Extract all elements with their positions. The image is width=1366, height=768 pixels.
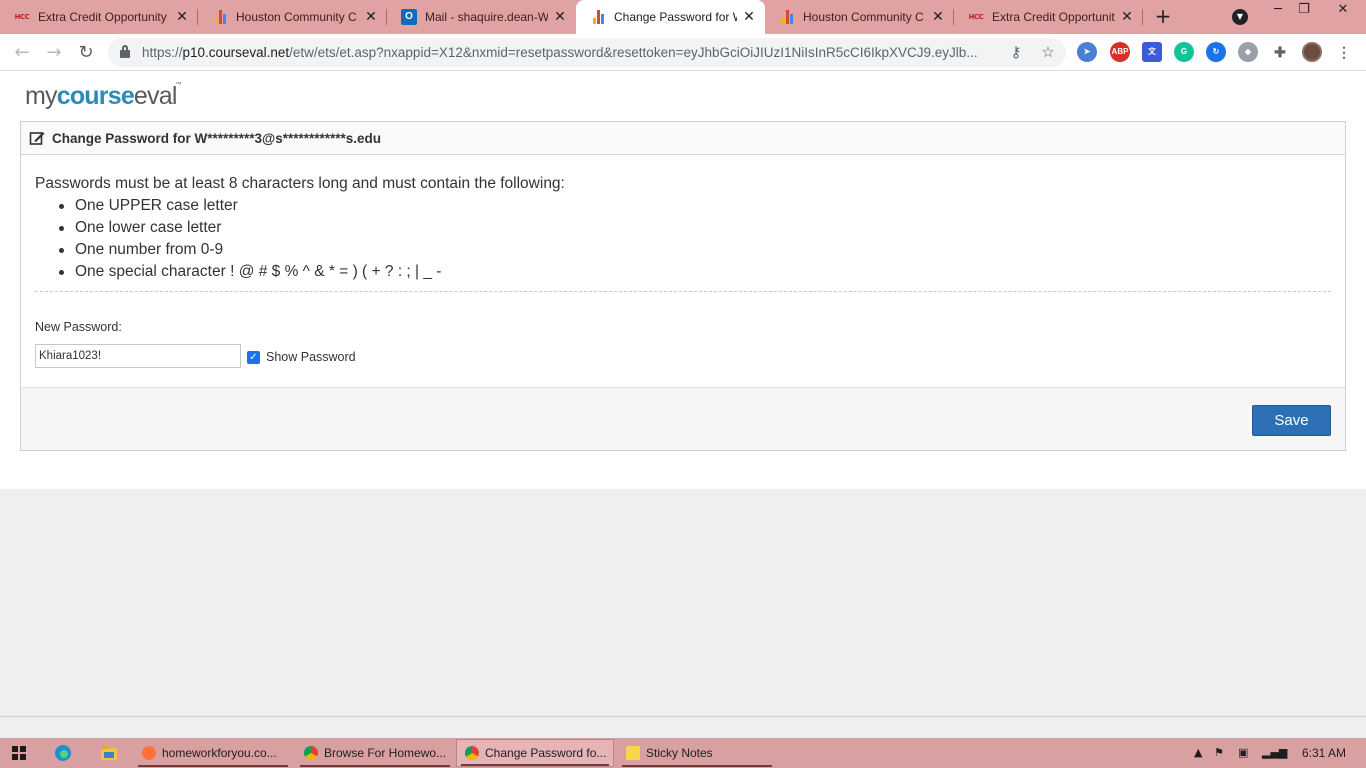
refresh-extension-icon[interactable]: ↻ (1206, 42, 1226, 62)
outlook-icon: O (401, 9, 417, 25)
close-icon[interactable]: ✕ (741, 9, 757, 25)
windows-taskbar: homeworkforyou.co... Browse For Homewo..… (0, 738, 1366, 768)
key-icon[interactable]: ⚷ (1006, 42, 1026, 62)
requirements-intro: Passwords must be at least 8 characters … (35, 175, 565, 192)
browser-tab-strip: HCC Extra Credit Opportunity ✕ Houston C… (0, 0, 1366, 34)
tab-extra-credit-1[interactable]: HCC Extra Credit Opportunity ✕ (0, 0, 198, 34)
list-item: One lower case letter (59, 217, 1331, 239)
clock[interactable]: 6:31 AM (1296, 738, 1352, 768)
save-button[interactable]: Save (1252, 405, 1331, 436)
new-tab-button[interactable]: + (1152, 5, 1174, 27)
bar-chart-icon (779, 9, 795, 25)
taskbar-item-sticky-notes[interactable]: Sticky Notes (618, 739, 776, 767)
chrome-icon (304, 746, 318, 760)
bar-chart-icon (212, 9, 228, 25)
show-hidden-icons-icon[interactable]: ▲ (1194, 738, 1202, 768)
tab-title: Houston Community C (236, 10, 357, 24)
tab-title: Houston Community C (803, 10, 924, 24)
minimize-button[interactable]: ─ (1264, 0, 1292, 22)
send-tab-icon[interactable]: ➤ (1077, 42, 1097, 62)
bar-chart-icon (590, 9, 606, 25)
url-text[interactable]: https://p10.courseval.net/etw/ets/et.asp… (142, 38, 1002, 67)
menu-kebab-icon[interactable]: ⋮ (1334, 42, 1354, 62)
chrome-icon (465, 746, 479, 760)
show-password-label[interactable]: Show Password (266, 345, 356, 369)
taskbar-item-chrome-browse[interactable]: Browse For Homewo... (296, 739, 454, 767)
show-password-checkbox[interactable]: ✓ (247, 350, 260, 364)
grammarly-icon[interactable]: G (1174, 42, 1194, 62)
bookmark-star-icon[interactable]: ☆ (1038, 42, 1058, 62)
abp-icon[interactable]: ABP (1110, 42, 1130, 62)
panel-title: Change Password for W*********3@s*******… (52, 130, 382, 146)
requirements-list: One UPPER case letter One lower case let… (59, 195, 1331, 283)
tab-title: Mail - shaquire.dean-W (425, 10, 548, 24)
page-content: mycourseeval ™ Change Password for W*****… (0, 71, 1366, 717)
tab-extra-credit-2[interactable]: HCC Extra Credit Opportunity ✕ (954, 0, 1143, 34)
tab-title: Extra Credit Opportunity (992, 10, 1115, 24)
avatar[interactable] (1302, 42, 1322, 62)
tab-title: Extra Credit Opportunity (38, 10, 167, 24)
new-password-input[interactable] (35, 344, 241, 368)
back-button[interactable]: ← (10, 41, 34, 65)
browser-toolbar: ← → ↻ https://p10.courseval.net/etw/ets/… (0, 34, 1366, 71)
extensions-puzzle-icon[interactable]: ✚ (1270, 42, 1290, 62)
hcc-icon: HCC (968, 13, 984, 21)
list-item: One special character ! @ # $ % ^ & * = … (59, 261, 1331, 283)
site-header: mycourseeval ™ (0, 71, 1366, 121)
close-window-button[interactable]: ✕ (1326, 0, 1360, 22)
list-item: One UPPER case letter (59, 195, 1331, 217)
restore-button[interactable]: ❐ (1290, 0, 1318, 22)
tab-houston-community-2[interactable]: Houston Community C ✕ (765, 0, 954, 34)
forward-button[interactable]: → (42, 41, 66, 65)
new-password-label: New Password: (35, 320, 122, 334)
show-password-toggle[interactable]: ✓ Show Password (247, 345, 356, 369)
edge-icon[interactable] (54, 744, 72, 762)
address-bar[interactable]: https://p10.courseval.net/etw/ets/et.asp… (108, 38, 1066, 67)
panel-footer: Save (21, 387, 1345, 450)
close-icon[interactable]: ✕ (363, 9, 379, 25)
divider (35, 291, 1331, 292)
network-icon[interactable]: ▂▄▆ (1262, 738, 1287, 768)
change-password-panel: Change Password for W*********3@s*******… (20, 121, 1346, 451)
flag-icon[interactable]: ⚑ (1214, 738, 1224, 768)
shield-icon[interactable]: ◈ (1238, 42, 1258, 62)
taskbar-item-firefox[interactable]: homeworkforyou.co... (134, 739, 292, 767)
lock-icon[interactable] (120, 45, 130, 59)
firefox-icon (142, 746, 156, 760)
list-item: One number from 0-9 (59, 239, 1331, 261)
mycourseval-logo[interactable]: mycourseeval ™ (25, 82, 181, 111)
panel-header: Change Password for W*********3@s*******… (21, 122, 1345, 155)
tab-title: Change Password for W (614, 10, 737, 24)
panel-body: Passwords must be at least 8 characters … (21, 155, 1345, 387)
close-icon[interactable]: ✕ (1119, 9, 1135, 25)
divider (0, 716, 1366, 717)
file-explorer-icon[interactable] (100, 744, 118, 762)
reload-button[interactable]: ↻ (74, 41, 98, 65)
close-icon[interactable]: ✕ (174, 9, 190, 25)
hcc-icon: HCC (14, 13, 30, 21)
tab-houston-community-1[interactable]: Houston Community C ✕ (198, 0, 387, 34)
tab-mail[interactable]: O Mail - shaquire.dean-W ✕ (387, 0, 576, 34)
close-icon[interactable]: ✕ (552, 9, 568, 25)
sticky-notes-icon (626, 746, 640, 760)
tab-search-icon[interactable]: ▼ (1232, 9, 1248, 25)
windows-start-icon[interactable] (12, 746, 26, 760)
taskbar-item-chrome-change-password[interactable]: Change Password fo... (456, 739, 614, 767)
device-icon[interactable]: ▣ (1238, 738, 1248, 768)
translate-icon[interactable]: 文 (1142, 42, 1162, 62)
close-icon[interactable]: ✕ (930, 9, 946, 25)
tab-change-password[interactable]: Change Password for W ✕ (576, 0, 765, 34)
edit-icon (29, 132, 45, 145)
